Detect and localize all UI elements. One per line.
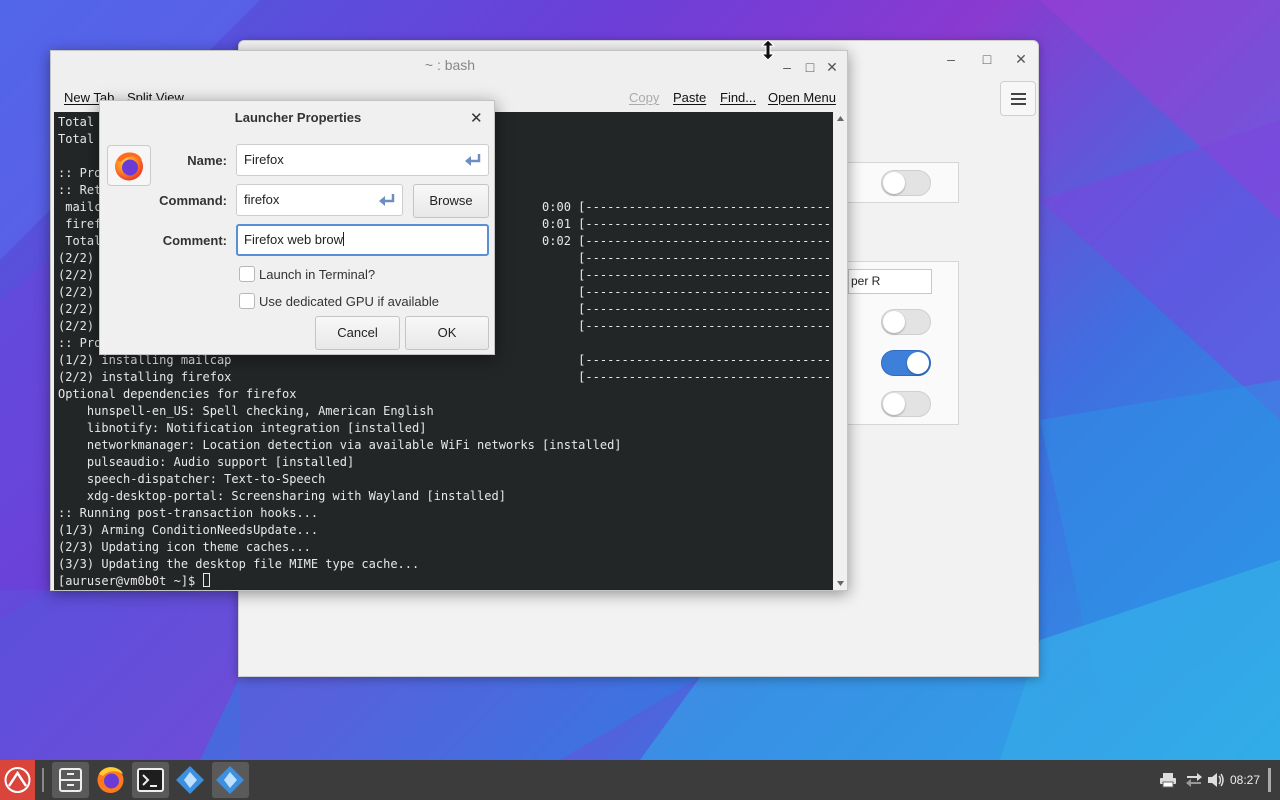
settings-text-field[interactable]: per R (848, 269, 932, 294)
comment-label: Comment: (162, 233, 227, 248)
maximize-icon[interactable]: □ (802, 59, 818, 75)
terminal-prompt-line: [auruser@vm0b0t ~]$ (58, 573, 833, 590)
toggle-switch[interactable] (881, 170, 931, 196)
command-value: firefox (244, 192, 280, 207)
close-icon[interactable]: ✕ (470, 109, 483, 127)
volume-icon[interactable] (1207, 772, 1225, 788)
start-menu-button[interactable] (0, 760, 35, 800)
start-menu-icon (4, 767, 31, 793)
toggle-switch[interactable] (881, 350, 931, 376)
terminal-line: speech-dispatcher: Text-to-Speech (58, 472, 326, 486)
terminal-line: (2/3) Updating icon theme caches... (58, 540, 311, 554)
launcher-editor-button[interactable] (212, 762, 249, 798)
printer-icon[interactable] (1159, 772, 1177, 788)
terminal-line: :: Running post-transaction hooks... (58, 506, 319, 520)
terminal-line: libnotify: Notification integration [ins… (58, 421, 427, 435)
scrollbar[interactable] (834, 112, 847, 590)
launcher-editor-button[interactable] (172, 762, 209, 798)
scroll-arrows-icon (837, 116, 844, 586)
file-manager-button[interactable] (52, 762, 89, 798)
comment-field[interactable]: Firefox web brow (236, 224, 489, 256)
launcher-editor-icon (216, 766, 244, 794)
terminal-line: networkmanager: Location detection via a… (58, 438, 622, 452)
launcher-properties-dialog: Launcher Properties ✕ Name: Firefox Comm… (99, 100, 495, 355)
dialog-title: Launcher Properties (234, 110, 362, 125)
terminal-icon (137, 768, 164, 792)
close-icon[interactable]: ✕ (824, 59, 840, 75)
name-field[interactable]: Firefox (236, 144, 489, 176)
terminal-line: (1/3) Arming ConditionNeedsUpdate... (58, 523, 319, 537)
text-caret (342, 232, 344, 246)
minimize-icon[interactable]: – (779, 59, 795, 75)
launch-in-terminal-label[interactable]: Launch in Terminal? (259, 267, 375, 282)
terminal-line: (3/3) Updating the desktop file MIME typ… (58, 557, 420, 571)
file-manager-icon (59, 768, 82, 792)
return-icon[interactable] (378, 192, 396, 208)
launch-in-terminal-checkbox[interactable] (239, 266, 255, 282)
return-icon[interactable] (464, 152, 482, 168)
terminal-line: (2/2) installing firefox [--------------… (58, 370, 833, 384)
hamburger-menu-button[interactable] (1000, 81, 1036, 116)
launcher-editor-icon (176, 766, 204, 794)
terminal-prompt: [auruser@vm0b0t ~]$ (58, 574, 203, 588)
comment-value: Firefox web brow (244, 232, 343, 247)
open-menu-button[interactable]: Open Menu (768, 90, 836, 105)
terminal-cursor (202, 573, 210, 587)
show-desktop-handle[interactable] (1268, 768, 1271, 792)
find-button[interactable]: Find... (720, 90, 756, 105)
paste-button[interactable]: Paste (673, 90, 706, 105)
taskbar: 08:27 (0, 760, 1280, 800)
terminal-line: pulseaudio: Audio support [installed] (58, 455, 355, 469)
minimize-icon[interactable]: – (943, 51, 959, 67)
command-label: Command: (159, 193, 227, 208)
name-value: Firefox (244, 152, 284, 167)
maximize-icon[interactable]: □ (979, 51, 995, 67)
window-title: ~ : bash (424, 57, 476, 73)
ok-button[interactable]: OK (405, 316, 489, 350)
dedicated-gpu-checkbox[interactable] (239, 293, 255, 309)
firefox-button[interactable] (92, 762, 129, 798)
toggle-switch[interactable] (881, 309, 931, 335)
firefox-icon (97, 767, 124, 793)
name-label: Name: (187, 153, 227, 168)
taskbar-separator (42, 768, 44, 792)
terminal-button[interactable] (132, 762, 169, 798)
dedicated-gpu-label[interactable]: Use dedicated GPU if available (259, 294, 439, 309)
command-field[interactable]: firefox (236, 184, 403, 216)
terminal-line: hunspell-en_US: Spell checking, American… (58, 404, 434, 418)
cancel-button[interactable]: Cancel (315, 316, 400, 350)
copy-button[interactable]: Copy (629, 90, 659, 105)
network-icon[interactable] (1185, 772, 1203, 788)
terminal-line: Optional dependencies for firefox (58, 387, 297, 401)
toggle-switch[interactable] (881, 391, 931, 417)
close-icon[interactable]: ✕ (1013, 51, 1029, 67)
terminal-line: xdg-desktop-portal: Screensharing with W… (58, 489, 506, 503)
browse-button[interactable]: Browse (413, 184, 489, 218)
resize-cursor-icon (761, 40, 775, 60)
clock[interactable]: 08:27 (1230, 773, 1260, 787)
